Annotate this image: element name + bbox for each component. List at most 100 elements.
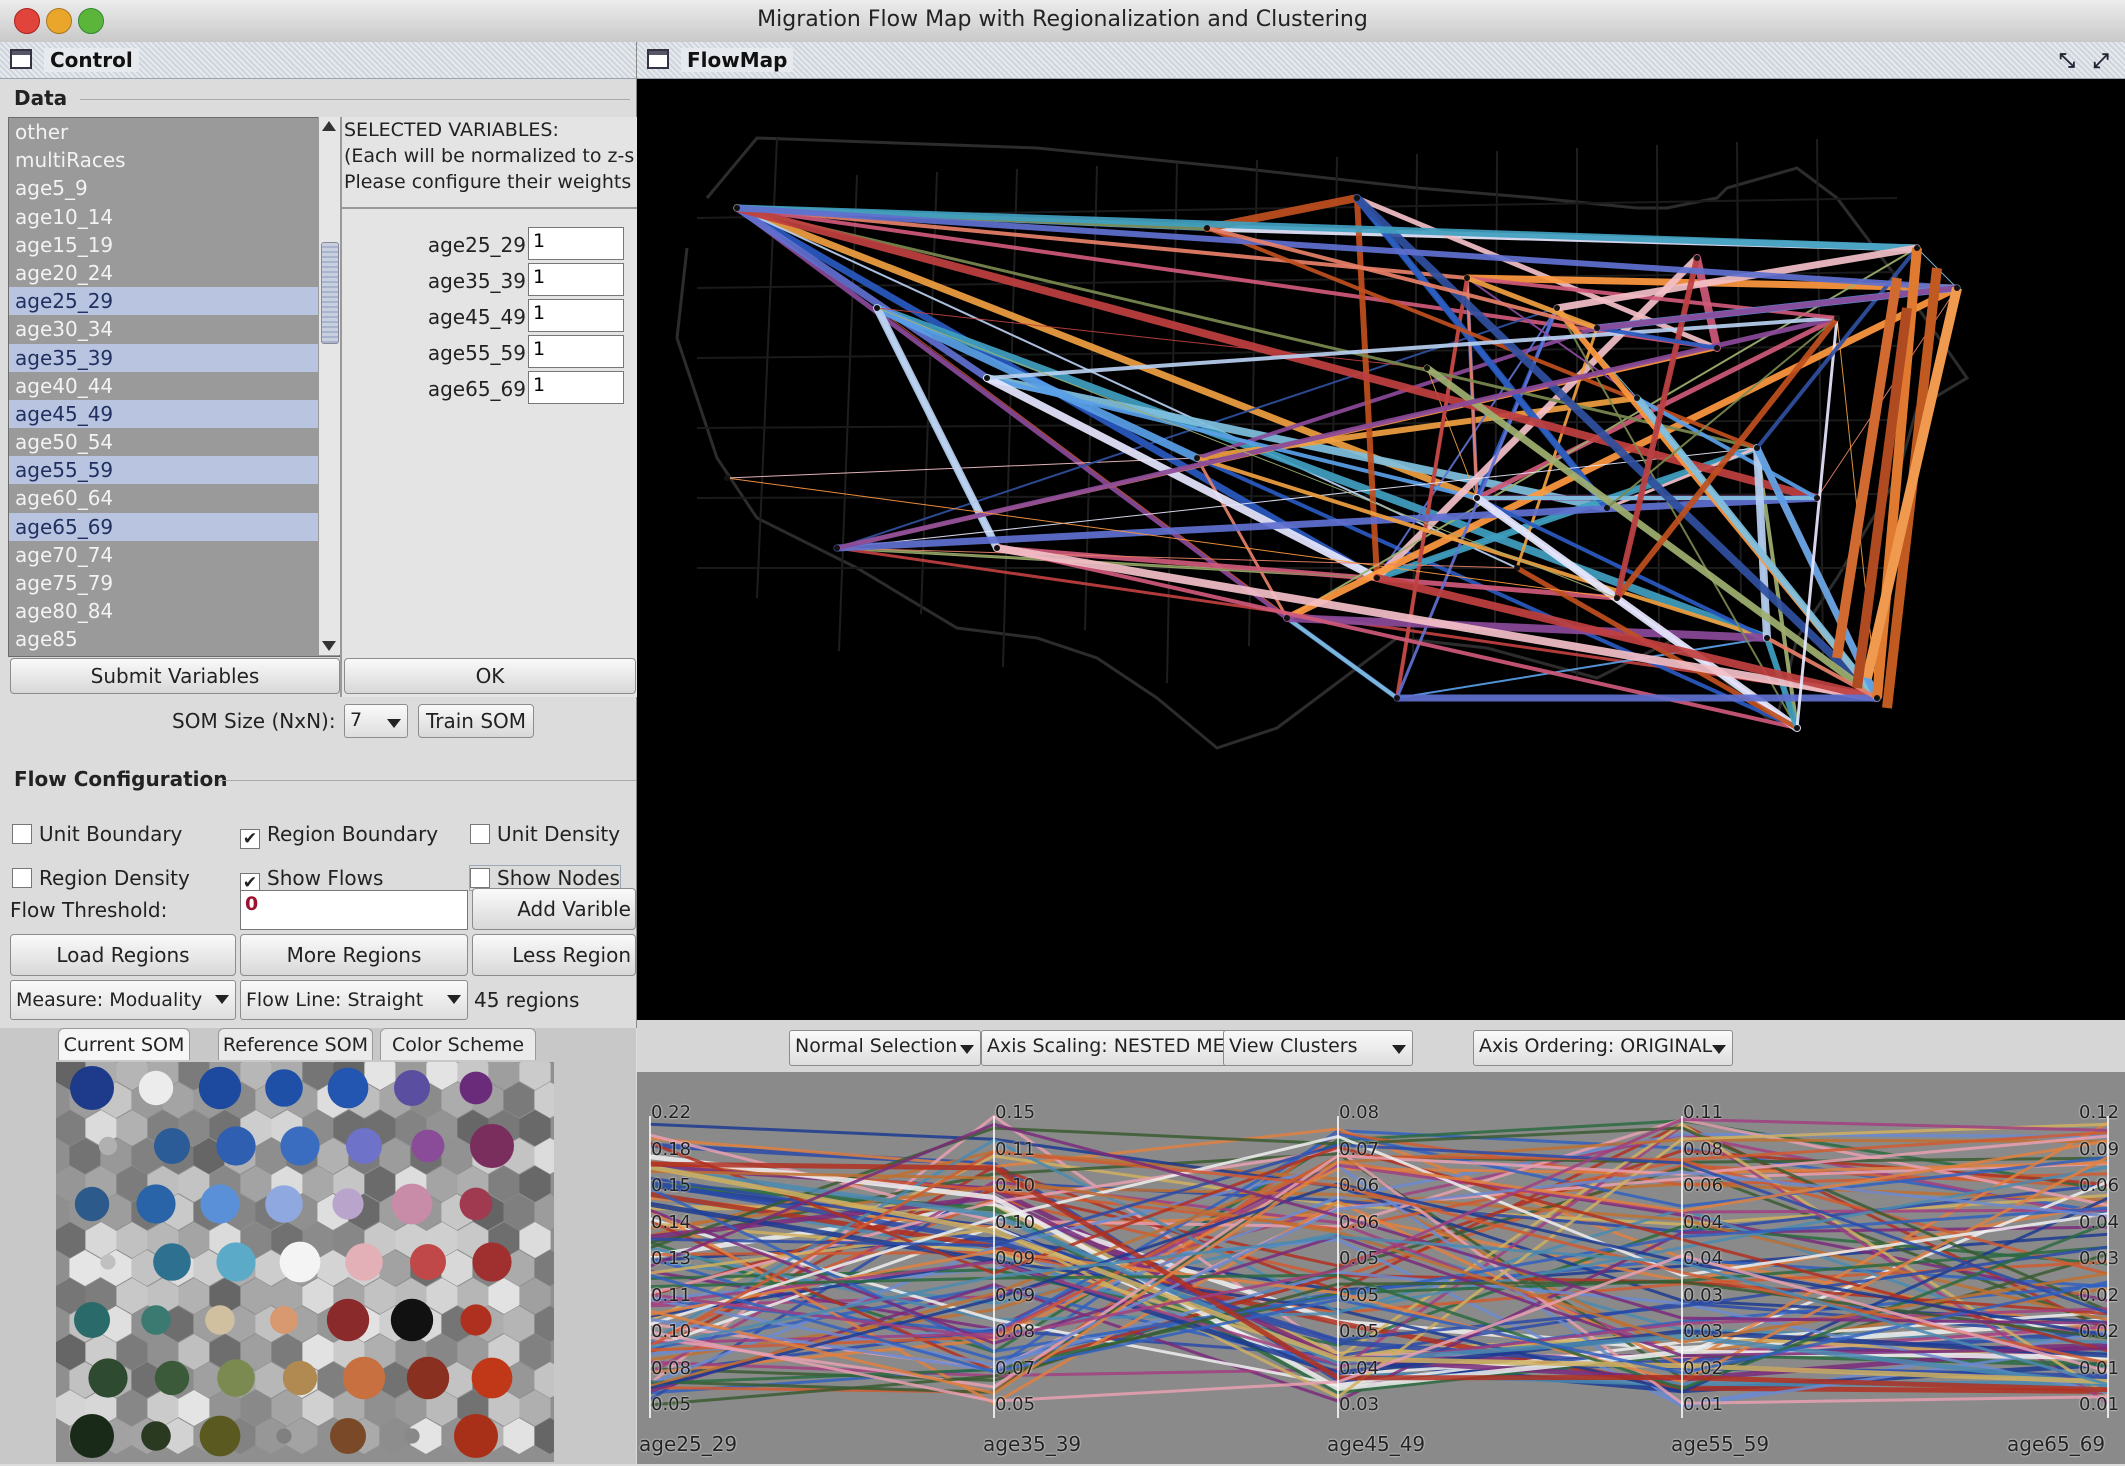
region-node[interactable] <box>1374 575 1380 581</box>
variable-list-item[interactable]: age60_64 <box>9 484 319 512</box>
som-node[interactable] <box>141 1305 171 1335</box>
region-node[interactable] <box>734 205 740 211</box>
variable-list-item[interactable]: age85 <box>9 625 319 653</box>
variable-list-item[interactable]: age20_24 <box>9 259 319 287</box>
region-node[interactable] <box>1204 225 1210 231</box>
weight-input[interactable]: 1 <box>528 263 624 296</box>
region-node[interactable] <box>1594 325 1600 331</box>
region-node[interactable] <box>1874 695 1880 701</box>
region-node[interactable] <box>1604 505 1610 511</box>
som-node[interactable] <box>391 1183 433 1225</box>
add-variable-button[interactable]: Add Varible <box>472 888 636 930</box>
pcp-combo-3[interactable]: Axis Ordering: ORIGINAL <box>1473 1030 1733 1066</box>
som-node[interactable] <box>98 1136 118 1156</box>
flow-line[interactable] <box>733 204 1921 252</box>
region-node[interactable] <box>724 475 730 481</box>
more-regions-button[interactable]: More Regions <box>240 934 468 976</box>
som-node[interactable] <box>138 1070 174 1106</box>
load-regions-button[interactable]: Load Regions <box>10 934 236 976</box>
ok-button[interactable]: OK <box>344 658 636 694</box>
variable-list-item[interactable]: age40_44 <box>9 372 319 400</box>
region-node[interactable] <box>1954 285 1960 291</box>
flow-line[interactable] <box>1285 616 1399 700</box>
variable-list-item[interactable]: age75_79 <box>9 569 319 597</box>
som-node[interactable] <box>70 1066 114 1110</box>
som-node[interactable] <box>327 1067 369 1109</box>
som-node[interactable] <box>330 1418 366 1454</box>
som-node[interactable] <box>200 1184 240 1224</box>
variable-list-item[interactable]: age80_84 <box>9 597 319 625</box>
flow-line-select[interactable]: Flow Line: Straight <box>240 980 468 1020</box>
checkbox-box[interactable] <box>12 868 32 888</box>
region-node[interactable] <box>1764 635 1770 641</box>
region-node[interactable] <box>1394 695 1400 701</box>
checkbox-box[interactable] <box>470 868 490 888</box>
region-node[interactable] <box>1514 565 1520 571</box>
region-node[interactable] <box>1354 195 1360 201</box>
scroll-up-icon[interactable] <box>322 121 336 131</box>
som-node[interactable] <box>404 1428 420 1444</box>
som-node[interactable] <box>216 1126 256 1166</box>
pcp-combo-2[interactable]: View Clusters <box>1223 1030 1413 1066</box>
train-som-button[interactable]: Train SOM <box>418 704 534 738</box>
flow-line[interactable] <box>985 376 1479 500</box>
region-node[interactable] <box>1834 315 1840 321</box>
som-grid[interactable] <box>54 1054 566 1462</box>
variable-list-item[interactable]: age70_74 <box>9 541 319 569</box>
variable-list-item[interactable]: other <box>9 118 319 146</box>
som-node[interactable] <box>141 1421 171 1451</box>
som-node[interactable] <box>199 1415 241 1457</box>
region-node[interactable] <box>1424 365 1430 371</box>
variable-list-item[interactable]: age35_39 <box>9 343 319 372</box>
region-node[interactable] <box>1794 725 1800 731</box>
variable-list-item[interactable]: age65_69 <box>9 512 319 541</box>
checkbox-unit-density[interactable]: Unit Density <box>470 822 620 846</box>
som-node[interactable] <box>279 1241 321 1283</box>
variable-list-item[interactable]: age50_54 <box>9 428 319 456</box>
som-node[interactable] <box>205 1305 235 1335</box>
som-node[interactable] <box>470 1124 514 1168</box>
checkbox-unit-boundary[interactable]: Unit Boundary <box>12 822 182 846</box>
weight-input[interactable]: 1 <box>528 371 624 404</box>
som-node[interactable] <box>100 1254 116 1270</box>
variable-list-item[interactable]: age55_59 <box>9 456 319 485</box>
flow-map-canvas[interactable] <box>637 78 2125 1020</box>
checkbox-region-boundary[interactable]: ✔ Region Boundary <box>240 822 438 849</box>
som-node[interactable] <box>459 1071 493 1105</box>
som-size-select[interactable]: 7 <box>344 704 408 738</box>
som-node[interactable] <box>454 1414 498 1458</box>
checkmark-icon[interactable]: ✔ <box>240 829 260 849</box>
som-node[interactable] <box>345 1243 383 1281</box>
region-node[interactable] <box>1754 445 1760 451</box>
region-node[interactable] <box>1284 615 1290 621</box>
som-node[interactable] <box>270 1306 298 1334</box>
control-frame-titlebar[interactable]: Control <box>0 42 636 79</box>
som-node[interactable] <box>74 1186 110 1222</box>
som-node[interactable] <box>216 1242 256 1282</box>
som-node[interactable] <box>410 1244 446 1280</box>
som-node[interactable] <box>265 1185 303 1223</box>
som-node[interactable] <box>472 1242 512 1282</box>
som-node[interactable] <box>411 1129 445 1163</box>
flowmap-frame-titlebar[interactable]: FlowMap ⤡ ⤢ <box>637 42 2125 79</box>
scroll-down-icon[interactable] <box>322 641 336 651</box>
variable-list-item[interactable]: age30_34 <box>9 315 319 343</box>
som-node[interactable] <box>332 1188 364 1220</box>
som-node[interactable] <box>282 1360 318 1396</box>
variable-list-item[interactable]: age5_9 <box>9 174 319 202</box>
flow-threshold-input[interactable]: 0 <box>240 890 468 930</box>
scroll-thumb[interactable] <box>321 242 339 344</box>
region-node[interactable] <box>984 375 990 381</box>
som-node[interactable] <box>217 1359 255 1397</box>
variable-list-item[interactable]: multiRaces <box>9 146 319 174</box>
checkbox-box[interactable] <box>470 824 490 844</box>
submit-variables-button[interactable]: Submit Variables <box>10 658 340 694</box>
region-node[interactable] <box>994 545 1000 551</box>
som-node[interactable] <box>471 1357 513 1399</box>
som-node[interactable] <box>74 1302 110 1338</box>
som-node[interactable] <box>342 1356 386 1400</box>
flow-line[interactable] <box>873 304 1201 462</box>
som-node[interactable] <box>136 1184 176 1224</box>
tab-color-scheme[interactable]: Color Scheme <box>380 1028 536 1060</box>
som-node[interactable] <box>88 1358 128 1398</box>
